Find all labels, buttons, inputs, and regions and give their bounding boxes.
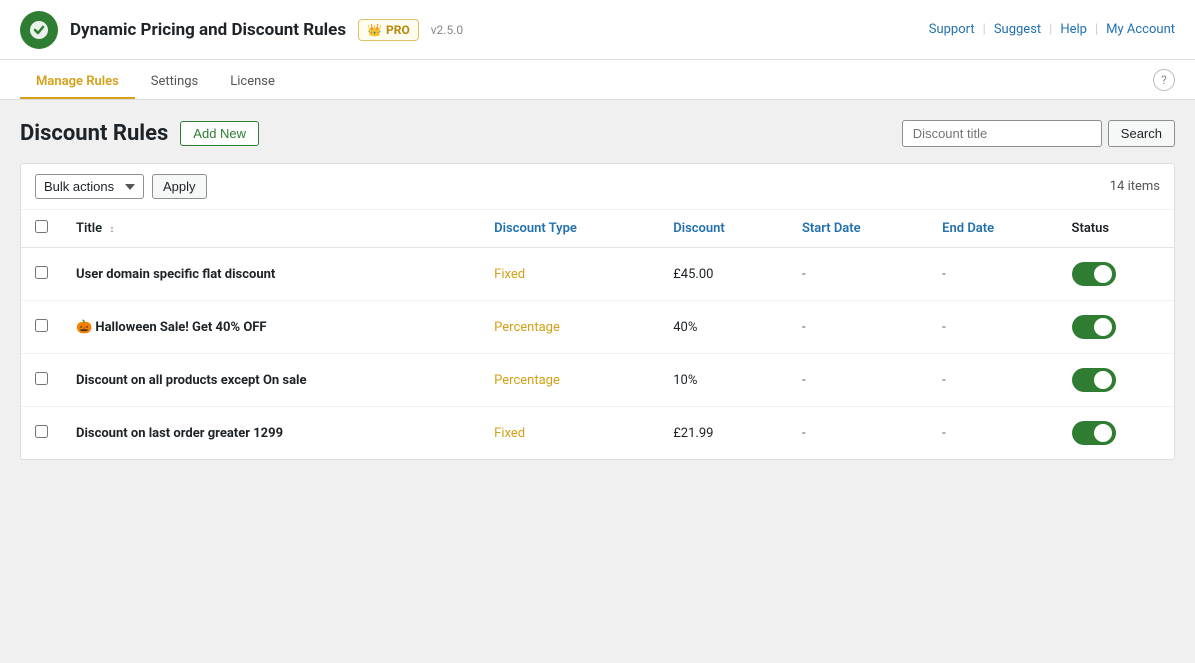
col-header-end-date: End Date <box>928 210 1057 248</box>
row-status-cell <box>1058 407 1174 460</box>
row-title: Discount on all products except On sale <box>62 354 480 407</box>
status-toggle[interactable] <box>1072 421 1116 445</box>
row-status-cell <box>1058 354 1174 407</box>
row-checkbox-cell <box>21 301 62 354</box>
pro-label: PRO <box>386 23 410 37</box>
separator-3: | <box>1095 22 1098 37</box>
row-end-date: - <box>928 301 1057 354</box>
discount-rules-table-container: Bulk actions Delete Enable Disable Apply… <box>20 163 1175 460</box>
bulk-actions-select[interactable]: Bulk actions Delete Enable Disable <box>35 174 144 199</box>
table-row: Discount on last order greater 1299 Fixe… <box>21 407 1174 460</box>
status-toggle[interactable] <box>1072 262 1116 286</box>
discount-rules-table: Title ↕ Discount Type Discount Start Dat… <box>21 210 1174 459</box>
page-header: Discount Rules Add New Search <box>20 120 1175 147</box>
help-circle-icon[interactable]: ? <box>1153 69 1175 91</box>
row-discount-type: Fixed <box>480 248 659 301</box>
row-checkbox[interactable] <box>35 319 48 332</box>
top-bar-left: Dynamic Pricing and Discount Rules 👑 PRO… <box>20 11 463 49</box>
row-discount: £45.00 <box>659 248 788 301</box>
toolbar-left: Bulk actions Delete Enable Disable Apply <box>35 174 207 199</box>
apply-button[interactable]: Apply <box>152 174 207 199</box>
status-toggle[interactable] <box>1072 315 1116 339</box>
pro-crown-icon: 👑 <box>367 23 382 37</box>
row-checkbox-cell <box>21 248 62 301</box>
row-discount-type: Fixed <box>480 407 659 460</box>
row-status-cell <box>1058 248 1174 301</box>
my-account-link[interactable]: My Account <box>1106 22 1175 37</box>
table-toolbar: Bulk actions Delete Enable Disable Apply… <box>21 164 1174 210</box>
row-discount: 40% <box>659 301 788 354</box>
toggle-slider <box>1072 315 1116 339</box>
search-input[interactable] <box>902 120 1102 147</box>
suggest-link[interactable]: Suggest <box>994 22 1041 37</box>
row-status-cell <box>1058 301 1174 354</box>
app-logo <box>20 11 58 49</box>
table-row: 🎃 Halloween Sale! Get 40% OFF Percentage… <box>21 301 1174 354</box>
page-header-right: Search <box>902 120 1175 147</box>
help-link[interactable]: Help <box>1060 22 1087 37</box>
row-discount-type: Percentage <box>480 354 659 407</box>
top-bar: Dynamic Pricing and Discount Rules 👑 PRO… <box>0 0 1195 60</box>
col-header-discount: Discount <box>659 210 788 248</box>
pro-badge: 👑 PRO <box>358 19 419 41</box>
add-new-button[interactable]: Add New <box>180 121 259 146</box>
col-header-discount-type: Discount Type <box>480 210 659 248</box>
table-header: Title ↕ Discount Type Discount Start Dat… <box>21 210 1174 248</box>
col-header-start-date: Start Date <box>788 210 928 248</box>
row-title: 🎃 Halloween Sale! Get 40% OFF <box>62 301 480 354</box>
items-count: 14 items <box>1110 179 1160 194</box>
row-title: User domain specific flat discount <box>62 248 480 301</box>
row-checkbox[interactable] <box>35 372 48 385</box>
page-header-left: Discount Rules Add New <box>20 121 259 146</box>
row-discount: £21.99 <box>659 407 788 460</box>
row-checkbox[interactable] <box>35 425 48 438</box>
col-header-status: Status <box>1058 210 1174 248</box>
select-all-header <box>21 210 62 248</box>
tab-manage-rules[interactable]: Manage Rules <box>20 66 135 99</box>
row-start-date: - <box>788 407 928 460</box>
row-end-date: - <box>928 248 1057 301</box>
nav-tabs: Manage Rules Settings License <box>20 66 291 99</box>
row-start-date: - <box>788 301 928 354</box>
select-all-checkbox[interactable] <box>35 220 48 233</box>
sort-icon: ↕ <box>109 224 114 235</box>
support-link[interactable]: Support <box>929 22 975 37</box>
row-title: Discount on last order greater 1299 <box>62 407 480 460</box>
table-body: User domain specific flat discount Fixed… <box>21 248 1174 460</box>
table-row: User domain specific flat discount Fixed… <box>21 248 1174 301</box>
row-checkbox[interactable] <box>35 266 48 279</box>
page-title: Discount Rules <box>20 121 168 146</box>
search-button[interactable]: Search <box>1108 120 1175 147</box>
version-text: v2.5.0 <box>431 23 463 37</box>
top-bar-right: Support | Suggest | Help | My Account <box>929 22 1175 37</box>
row-checkbox-cell <box>21 354 62 407</box>
tab-settings[interactable]: Settings <box>135 66 214 99</box>
col-header-title[interactable]: Title ↕ <box>62 210 480 248</box>
row-start-date: - <box>788 354 928 407</box>
table-row: Discount on all products except On sale … <box>21 354 1174 407</box>
row-discount: 10% <box>659 354 788 407</box>
row-end-date: - <box>928 354 1057 407</box>
separator-2: | <box>1049 22 1052 37</box>
row-checkbox-cell <box>21 407 62 460</box>
row-end-date: - <box>928 407 1057 460</box>
separator-1: | <box>983 22 986 37</box>
row-discount-type: Percentage <box>480 301 659 354</box>
app-title: Dynamic Pricing and Discount Rules <box>70 20 346 40</box>
main-content: Discount Rules Add New Search Bulk actio… <box>0 100 1195 663</box>
toggle-slider <box>1072 421 1116 445</box>
toggle-slider <box>1072 262 1116 286</box>
toggle-slider <box>1072 368 1116 392</box>
nav-bar: Manage Rules Settings License ? <box>0 60 1195 100</box>
status-toggle[interactable] <box>1072 368 1116 392</box>
row-start-date: - <box>788 248 928 301</box>
tab-license[interactable]: License <box>214 66 291 99</box>
